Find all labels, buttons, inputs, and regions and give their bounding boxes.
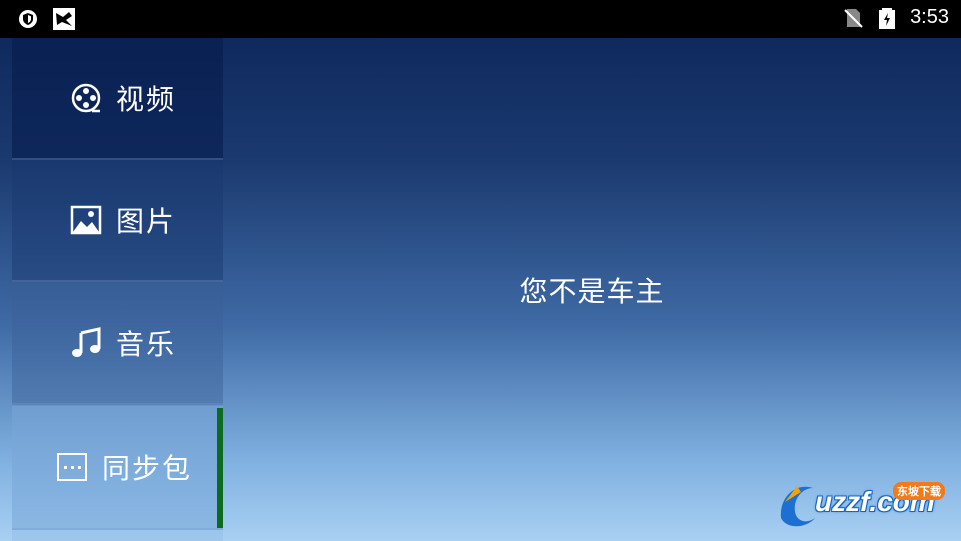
sidebar-item-music[interactable]: 音乐	[12, 283, 223, 405]
sidebar-item-video[interactable]: 视频	[12, 38, 223, 160]
status-bar: 3:53	[0, 0, 961, 38]
film-reel-icon	[70, 82, 102, 114]
shield-icon	[19, 10, 37, 28]
app-notification-icon	[53, 8, 75, 30]
sidebar-item-sync-package[interactable]: 同步包	[12, 406, 223, 530]
more-dots-icon	[56, 451, 88, 483]
clock: 3:53	[910, 6, 949, 28]
image-icon	[70, 204, 102, 236]
music-note-icon	[70, 327, 102, 359]
battery-charging-icon	[879, 7, 896, 29]
sidebar: 视频 图片 音乐 同步包	[12, 38, 223, 541]
no-sim-icon	[844, 8, 863, 28]
sidebar-item-label: 视频	[116, 83, 177, 116]
sidebar-item-pictures[interactable]: 图片	[12, 160, 223, 282]
not-owner-message: 您不是车主	[519, 275, 665, 308]
watermark-badge: 东坡下载	[893, 482, 945, 500]
active-indicator	[217, 408, 223, 528]
watermark-logo: uzzf.com 东坡下载	[775, 478, 955, 532]
sidebar-item-label: 音乐	[116, 328, 177, 361]
sidebar-item-label: 图片	[116, 205, 177, 238]
sidebar-item-label: 同步包	[102, 452, 193, 485]
sidebar-footer	[12, 530, 223, 541]
